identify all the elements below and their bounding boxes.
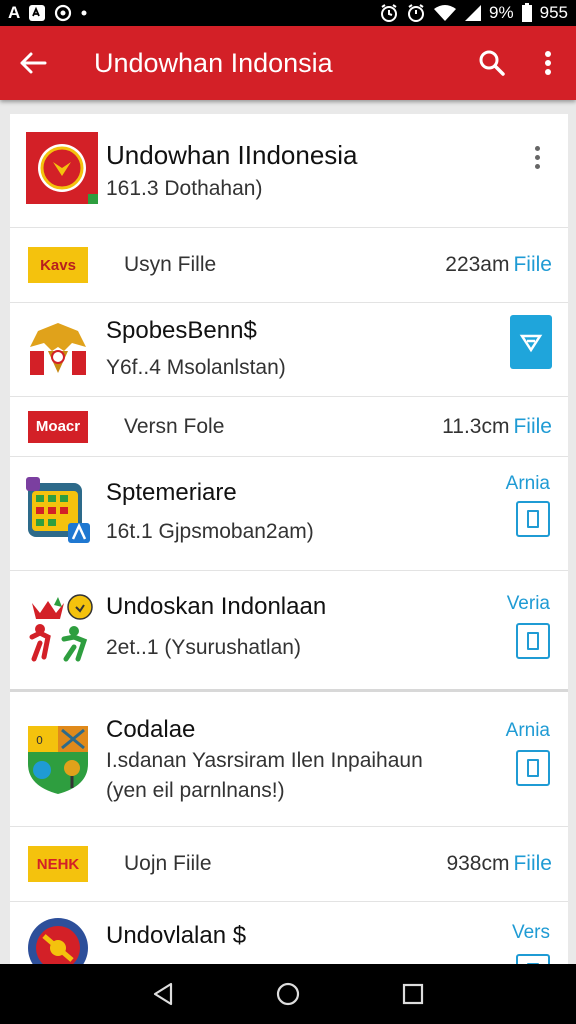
- app-row[interactable]: Sptemeriare 16t.1 Gjpsmoban2am) Arnia: [10, 457, 568, 571]
- dot-icon: [80, 9, 88, 17]
- device-button[interactable]: [516, 750, 550, 786]
- app-row[interactable]: Undoskan Indonlaan 2et..1 (Ysurushatlan)…: [10, 571, 568, 692]
- side-action-label[interactable]: Arnia: [506, 720, 550, 742]
- app-title: Undoskan Indonlaan: [106, 593, 327, 620]
- file-row[interactable]: Moacr Versn Fole 11.3cm Fiile: [10, 397, 568, 457]
- app-subtitle-2: (yen eil parnlnans!): [106, 779, 285, 802]
- sync-icon: [54, 4, 72, 22]
- file-row[interactable]: Kavs Usyn Fille 223am Fiile: [10, 228, 568, 303]
- device-button[interactable]: [516, 954, 550, 964]
- nav-recents-button[interactable]: [388, 969, 438, 1019]
- compass-icon: [26, 916, 90, 964]
- download-icon: [519, 334, 543, 353]
- navigation-bar: [0, 964, 576, 1024]
- app-bar: Undowhan Indonsia: [0, 26, 576, 100]
- square-recents-icon: [403, 983, 424, 1005]
- app-subtitle: Y6f..4 Msolanlstan): [106, 356, 286, 379]
- app-subtitle: 16t.1 Gjpsmoban2am): [106, 520, 314, 543]
- file-label: Versn Fole: [124, 414, 225, 438]
- header-app-subtitle: 161.3 Dothahan): [106, 177, 263, 200]
- alarm-icon: [379, 3, 399, 23]
- alarm-icon-2: [406, 3, 426, 23]
- app-bar-title: Undowhan Indonsia: [94, 47, 333, 78]
- status-glyph-a: A: [8, 3, 21, 22]
- file-size: 11.3cm: [442, 414, 510, 438]
- side-action-label[interactable]: Vers: [512, 922, 550, 944]
- app-row[interactable]: SpobesBenn$ Y6f..4 Msolanlstan): [10, 303, 568, 397]
- garuda-emblem-icon: [26, 317, 90, 386]
- search-button[interactable]: [464, 26, 520, 100]
- file-size: 938cm: [446, 852, 510, 875]
- install-button[interactable]: [510, 315, 552, 369]
- file-badge: Moacr: [28, 410, 88, 443]
- file-row[interactable]: NEHK Uojn Fiile 938cm Fiile: [10, 827, 568, 902]
- file-label: Uojn Fiile: [124, 852, 212, 875]
- file-label: Usyn Fille: [124, 253, 217, 276]
- overflow-menu-button[interactable]: [520, 26, 576, 100]
- file-badge: NEHK: [28, 846, 88, 882]
- app-row[interactable]: Undovlalan $ Vers: [10, 902, 568, 964]
- side-action-label[interactable]: Arnia: [506, 473, 550, 495]
- back-button[interactable]: [0, 26, 66, 100]
- device-icon: [527, 510, 539, 528]
- app-logo-icon: [26, 132, 98, 209]
- app-list-card: Undowhan IIndonesia 161.3 Dothahan) Kavs…: [10, 114, 568, 964]
- device-button[interactable]: [516, 623, 550, 659]
- shield-icon: 0: [26, 724, 90, 801]
- search-icon: [479, 50, 505, 76]
- header-app-title: Undowhan IIndonesia: [106, 140, 358, 170]
- battery-percent: 9%: [489, 3, 514, 22]
- side-action-label[interactable]: Veria: [507, 593, 550, 615]
- battery-icon: [521, 3, 533, 23]
- calculator-icon: [26, 477, 92, 548]
- header-app-row[interactable]: Undowhan IIndonesia 161.3 Dothahan): [10, 114, 568, 228]
- people-icon: [26, 593, 94, 668]
- more-vert-icon: [545, 51, 551, 75]
- more-vert-icon[interactable]: [535, 146, 540, 169]
- device-icon: [527, 632, 539, 650]
- status-left: A: [8, 3, 88, 23]
- svg-text:0: 0: [36, 734, 43, 747]
- file-link[interactable]: Fiile: [513, 253, 552, 277]
- app-title: Sptemeriare: [106, 479, 237, 506]
- arrow-back-icon: [20, 52, 47, 74]
- device-button[interactable]: [516, 501, 550, 537]
- triangle-back-icon: [153, 982, 172, 1006]
- nav-home-button[interactable]: [263, 969, 313, 1019]
- file-link[interactable]: Fiile: [513, 415, 552, 439]
- file-link[interactable]: Fiile: [513, 852, 552, 876]
- clock: 955: [539, 3, 568, 22]
- file-badge: Kavs: [28, 247, 88, 283]
- app-subtitle: I.sdanan Yasrsiram Ilen Inpaihaun: [106, 749, 423, 772]
- app-title: Codalae: [106, 716, 196, 743]
- app-row[interactable]: 0 Codalae I.sdanan Yasrsiram Ilen Inpaih…: [10, 692, 568, 827]
- signal-icon: [464, 4, 482, 22]
- status-right: 9% 955: [379, 3, 568, 23]
- app-subtitle: 2et..1 (Ysurushatlan): [106, 636, 301, 659]
- circle-home-icon: [276, 982, 300, 1006]
- notification-icon: [28, 4, 46, 22]
- status-bar: A 9% 955: [0, 0, 576, 26]
- app-title: Undovlalan $: [106, 922, 247, 949]
- wifi-icon: [433, 4, 457, 22]
- content-list: Undowhan IIndonesia 161.3 Dothahan) Kavs…: [10, 114, 568, 964]
- file-size: 223am: [445, 253, 510, 276]
- nav-back-button[interactable]: [138, 969, 188, 1019]
- device-icon: [527, 759, 539, 777]
- app-title: SpobesBenn$: [106, 317, 257, 344]
